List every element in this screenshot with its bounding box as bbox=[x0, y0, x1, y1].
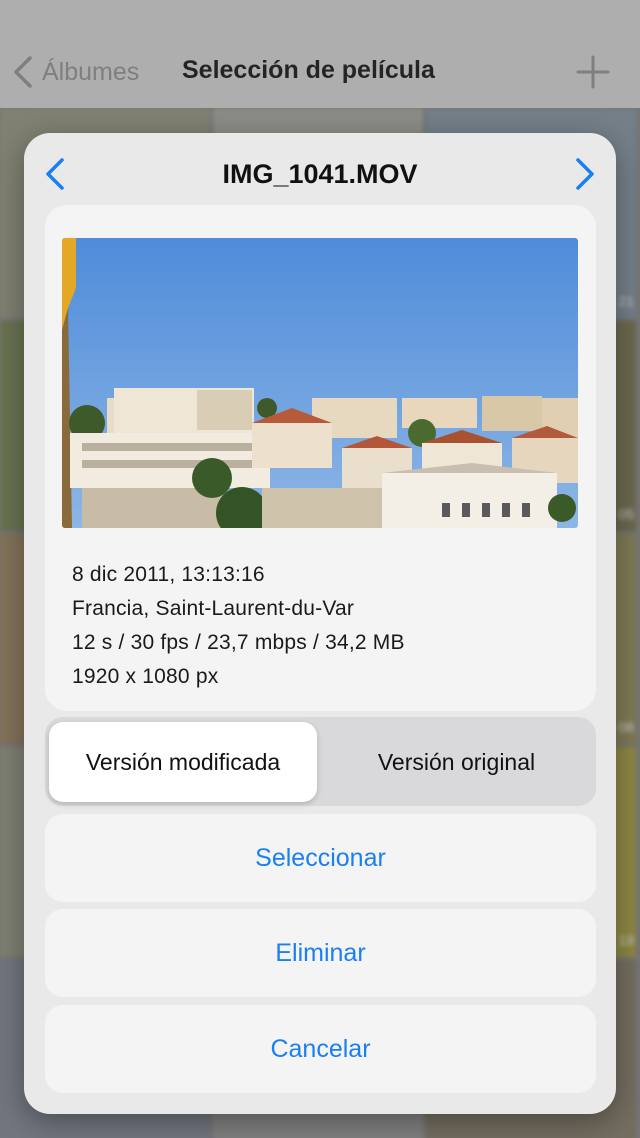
capture-location: Francia, Saint-Laurent-du-Var bbox=[72, 597, 355, 620]
select-button[interactable]: Seleccionar bbox=[45, 814, 596, 902]
version-segmented-control: Versión modificada Versión original bbox=[45, 717, 596, 806]
video-specs: 12 s / 30 fps / 23,7 mbps / 34,2 MB bbox=[72, 631, 405, 654]
file-name: IMG_1041.MOV bbox=[222, 159, 418, 189]
chevron-right-icon[interactable] bbox=[574, 157, 596, 191]
delete-button[interactable]: Eliminar bbox=[45, 909, 596, 997]
media-info-sheet: IMG_1041.MOV 8 dic 2011, 13:13:16 Franci… bbox=[24, 133, 616, 1114]
segment-modified-version[interactable]: Versión modificada bbox=[49, 722, 317, 802]
video-preview[interactable] bbox=[62, 238, 578, 528]
media-info-card: 8 dic 2011, 13:13:16 Francia, Saint-Laur… bbox=[45, 205, 596, 711]
sheet-header: IMG_1041.MOV bbox=[24, 133, 616, 205]
media-metadata: 8 dic 2011, 13:13:16 Francia, Saint-Laur… bbox=[72, 558, 572, 694]
capture-date: 8 dic 2011, 13:13:16 bbox=[72, 563, 265, 586]
cancel-button[interactable]: Cancelar bbox=[45, 1005, 596, 1093]
video-resolution: 1920 x 1080 px bbox=[72, 665, 219, 688]
segment-original-version[interactable]: Versión original bbox=[321, 722, 592, 802]
